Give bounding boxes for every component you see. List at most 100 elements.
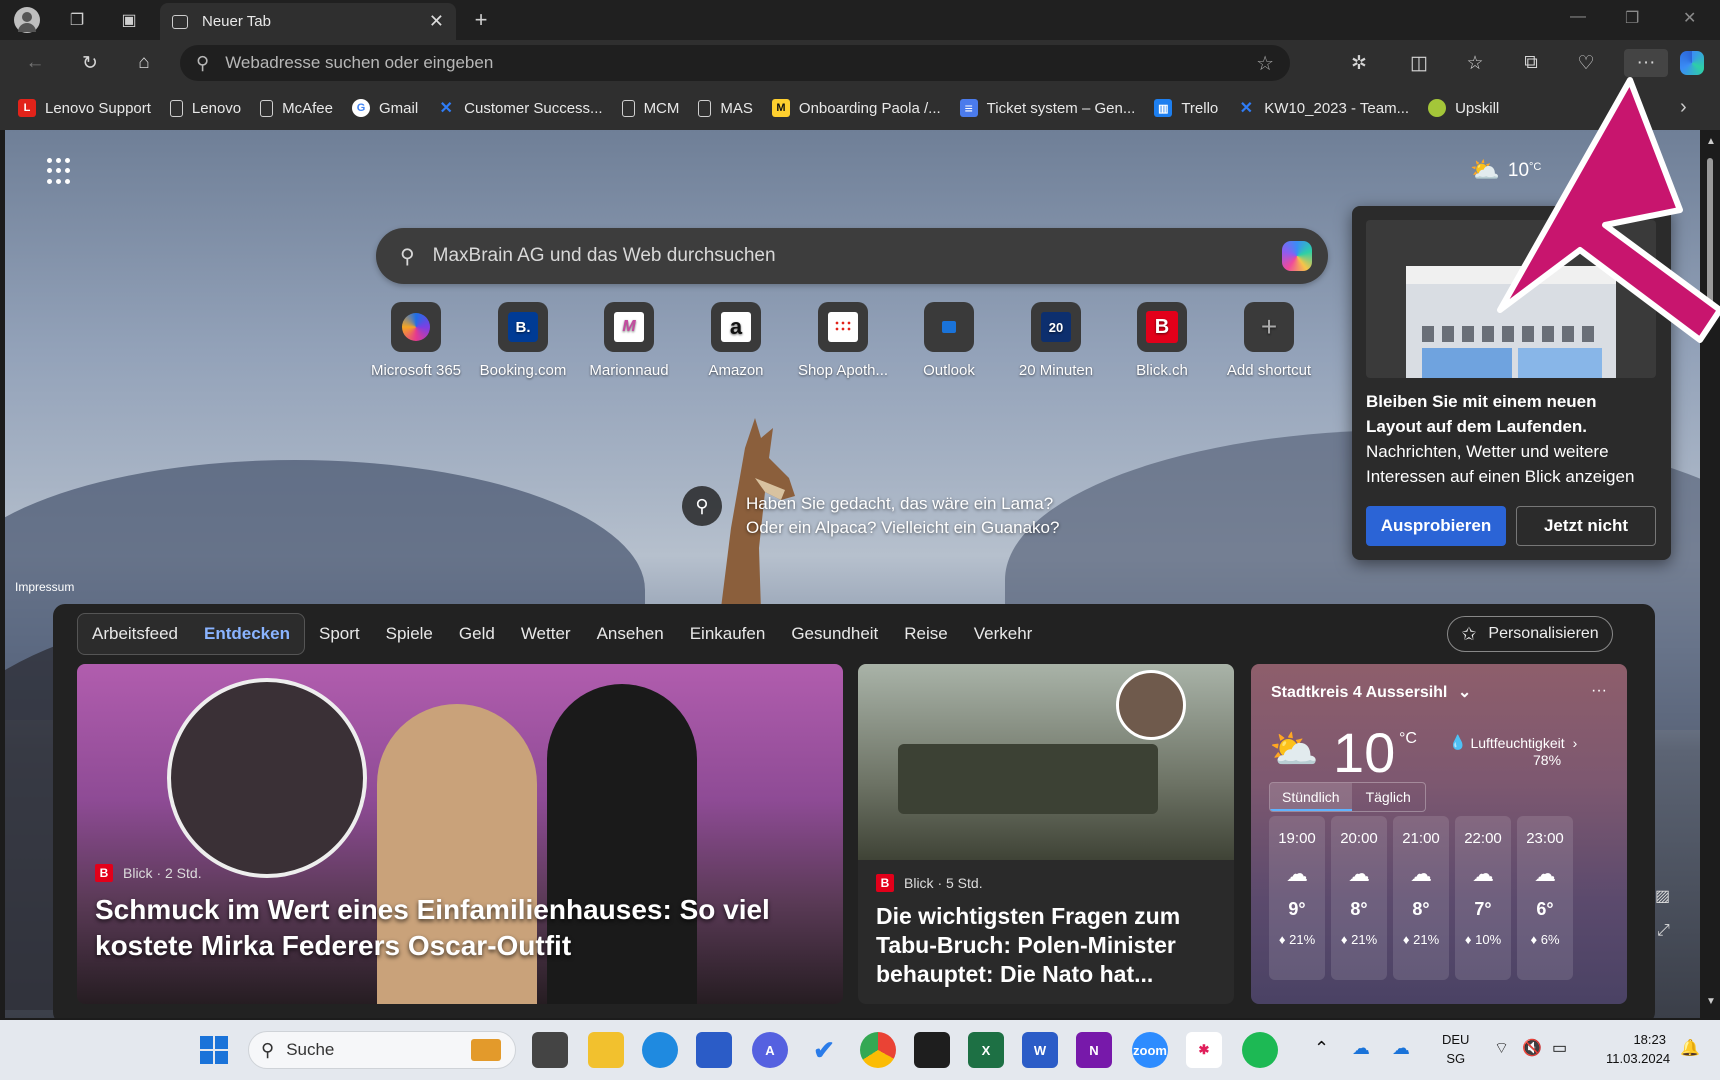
minimize-icon[interactable]: — (1570, 8, 1586, 26)
personalize-button[interactable]: ✩ Personalisieren (1447, 616, 1613, 652)
tab-entdecken[interactable]: Entdecken (204, 624, 290, 644)
address-bar[interactable]: ⚲ Webadresse suchen oder eingeben ☆ (180, 45, 1290, 81)
bookmark-onboarding-paola[interactable]: M Onboarding Paola /... (771, 99, 941, 117)
figma-icon[interactable] (914, 1032, 950, 1068)
tab-new-tab[interactable]: Neuer Tab ✕ (160, 3, 456, 40)
copilot-icon[interactable] (1677, 49, 1707, 77)
tab-geld[interactable]: Geld (459, 624, 495, 644)
shortcut-marionnaud[interactable]: M Marionnaud (576, 302, 682, 379)
wifi-icon[interactable]: ⌔ (1494, 1038, 1509, 1058)
language-indicator[interactable]: DEU SG (1442, 1032, 1469, 1066)
onedrive-icon[interactable]: ☁ (1392, 1038, 1410, 1059)
shortcut-amazon[interactable]: a Amazon (683, 302, 789, 379)
file-explorer-icon[interactable] (588, 1032, 624, 1068)
onedrive-icon[interactable]: ☁ (1352, 1038, 1370, 1059)
taskbar-search[interactable]: ⚲ Suche (248, 1031, 516, 1069)
image-trivia[interactable]: Haben Sie gedacht, das wäre ein Lama? Od… (746, 492, 1059, 540)
split-screen-icon[interactable]: ◫ (1404, 49, 1434, 77)
word-icon[interactable]: W (1022, 1032, 1058, 1068)
more-options-icon[interactable]: ··· (1591, 682, 1607, 700)
chevron-up-icon[interactable]: ⌃ (1314, 1038, 1329, 1059)
tab-daily[interactable]: Täglich (1352, 783, 1425, 811)
favorites-icon[interactable]: ☆ (1460, 49, 1490, 77)
zoom-icon[interactable]: zoom (1132, 1032, 1168, 1068)
restore-icon[interactable]: ❐ (1625, 8, 1639, 28)
news-card-polen[interactable]: B Blick · 5 Std. Die wichtigsten Fragen … (858, 664, 1234, 1004)
workspaces-icon[interactable]: ❐ (62, 6, 92, 34)
shortcut-outlook[interactable]: Outlook (896, 302, 1002, 379)
weather-card[interactable]: Stadtkreis 4 Aussersihl ⌄ ··· ⛅ 10 °C 💧 … (1251, 664, 1627, 1004)
tab-arbeitsfeed[interactable]: Arbeitsfeed (92, 624, 178, 644)
background-image-icon[interactable]: ▨ (1655, 886, 1670, 906)
shortcut-shop-apotheke[interactable]: Shop Apoth... (790, 302, 896, 379)
bookmark-gmail[interactable]: G Gmail (352, 99, 418, 117)
app-icon[interactable]: A (752, 1032, 788, 1068)
bookmark-customer-success[interactable]: ✕ Customer Success... (437, 99, 602, 118)
onenote-icon[interactable]: N (1076, 1032, 1112, 1068)
task-view-icon[interactable] (532, 1032, 568, 1068)
store-icon[interactable] (696, 1032, 732, 1068)
bookmark-upskill[interactable]: Upskill (1428, 99, 1499, 117)
bookmark-mas[interactable]: MAS (698, 99, 753, 117)
tab-reise[interactable]: Reise (904, 624, 947, 644)
bookmark-ticket-system[interactable]: ≡ Ticket system – Gen... (959, 99, 1135, 117)
windows-start-icon[interactable] (196, 1032, 232, 1068)
bookmark-kw10[interactable]: ✕ KW10_2023 - Team... (1237, 99, 1410, 118)
tab-sport[interactable]: Sport (319, 624, 360, 644)
edge-icon[interactable] (642, 1032, 678, 1068)
not-now-button[interactable]: Jetzt nicht (1516, 506, 1656, 546)
scrollbar[interactable]: ▲ ▼ (1700, 130, 1720, 1018)
battery-icon[interactable]: ▭ (1552, 1038, 1567, 1058)
mute-icon[interactable]: 🔇 (1522, 1038, 1542, 1058)
impressum-link[interactable]: Impressum (15, 580, 74, 594)
tab-ansehen[interactable]: Ansehen (597, 624, 664, 644)
image-info-icon[interactable]: ⚲ (682, 486, 722, 526)
humidity-info[interactable]: 💧 Luftfeuchtigkeit › (1449, 734, 1577, 751)
shortcut-microsoft-365[interactable]: Microsoft 365 (363, 302, 469, 379)
bookmark-lenovo[interactable]: Lenovo (169, 99, 241, 117)
close-window-icon[interactable]: ✕ (1683, 8, 1696, 28)
tab-einkaufen[interactable]: Einkaufen (690, 624, 766, 644)
shortcut-booking[interactable]: B. Booking.com (470, 302, 576, 379)
bookmark-mcafee[interactable]: McAfee (260, 99, 333, 117)
settings-more-icon[interactable]: ··· (1624, 49, 1668, 77)
home-icon[interactable]: ⌂ (129, 49, 159, 77)
weather-widget-top[interactable]: ⛅ 10 °C (1470, 156, 1541, 185)
browser-essentials-icon[interactable]: ♡ (1571, 49, 1601, 77)
add-shortcut-button[interactable]: + Add shortcut (1216, 302, 1322, 379)
shortcut-20-minuten[interactable]: 20 20 Minuten (1003, 302, 1109, 379)
slack-icon[interactable]: ✱ (1186, 1032, 1222, 1068)
tab-verkehr[interactable]: Verkehr (974, 624, 1033, 644)
chevron-right-icon[interactable]: › (1680, 96, 1687, 119)
bookmark-trello[interactable]: ▥ Trello (1154, 99, 1218, 117)
tab-wetter[interactable]: Wetter (521, 624, 571, 644)
bookmark-lenovo-support[interactable]: L Lenovo Support (18, 99, 151, 117)
clock[interactable]: 18:23 11.03.2024 (1606, 1032, 1670, 1066)
copilot-icon[interactable] (1282, 241, 1312, 271)
todo-icon[interactable]: ✔ (806, 1032, 842, 1068)
vertical-tabs-icon[interactable]: ▣ (114, 6, 144, 34)
scroll-thumb[interactable] (1707, 158, 1713, 318)
profile-avatar[interactable] (12, 6, 42, 34)
favorite-star-icon[interactable]: ☆ (1256, 51, 1274, 76)
apps-launcher-icon[interactable] (47, 158, 75, 186)
tab-spiele[interactable]: Spiele (386, 624, 433, 644)
close-tab-icon[interactable]: ✕ (429, 11, 444, 32)
refresh-icon[interactable]: ↻ (75, 49, 105, 77)
notification-bell-icon[interactable]: 🔔 (1680, 1038, 1700, 1058)
tab-gesundheit[interactable]: Gesundheit (791, 624, 878, 644)
web-search-box[interactable]: ⚲ MaxBrain AG und das Web durchsuchen (376, 228, 1328, 284)
new-tab-button[interactable]: + (466, 6, 496, 34)
excel-icon[interactable]: X (968, 1032, 1004, 1068)
shortcut-blick[interactable]: B Blick.ch (1109, 302, 1215, 379)
weather-location[interactable]: Stadtkreis 4 Aussersihl ⌄ (1271, 682, 1471, 702)
chrome-icon[interactable] (860, 1032, 896, 1068)
expand-icon[interactable]: ⤢ (1657, 922, 1670, 940)
scroll-up-icon[interactable]: ▲ (1706, 136, 1716, 147)
bookmark-mcm[interactable]: MCM (621, 99, 679, 117)
tab-hourly[interactable]: Stündlich (1270, 783, 1352, 811)
scroll-down-icon[interactable]: ▼ (1706, 996, 1716, 1007)
back-icon[interactable]: ← (20, 49, 50, 77)
news-card-federer[interactable]: B Blick · 2 Std. Schmuck im Wert eines E… (77, 664, 843, 1004)
spotify-icon[interactable] (1242, 1032, 1278, 1068)
